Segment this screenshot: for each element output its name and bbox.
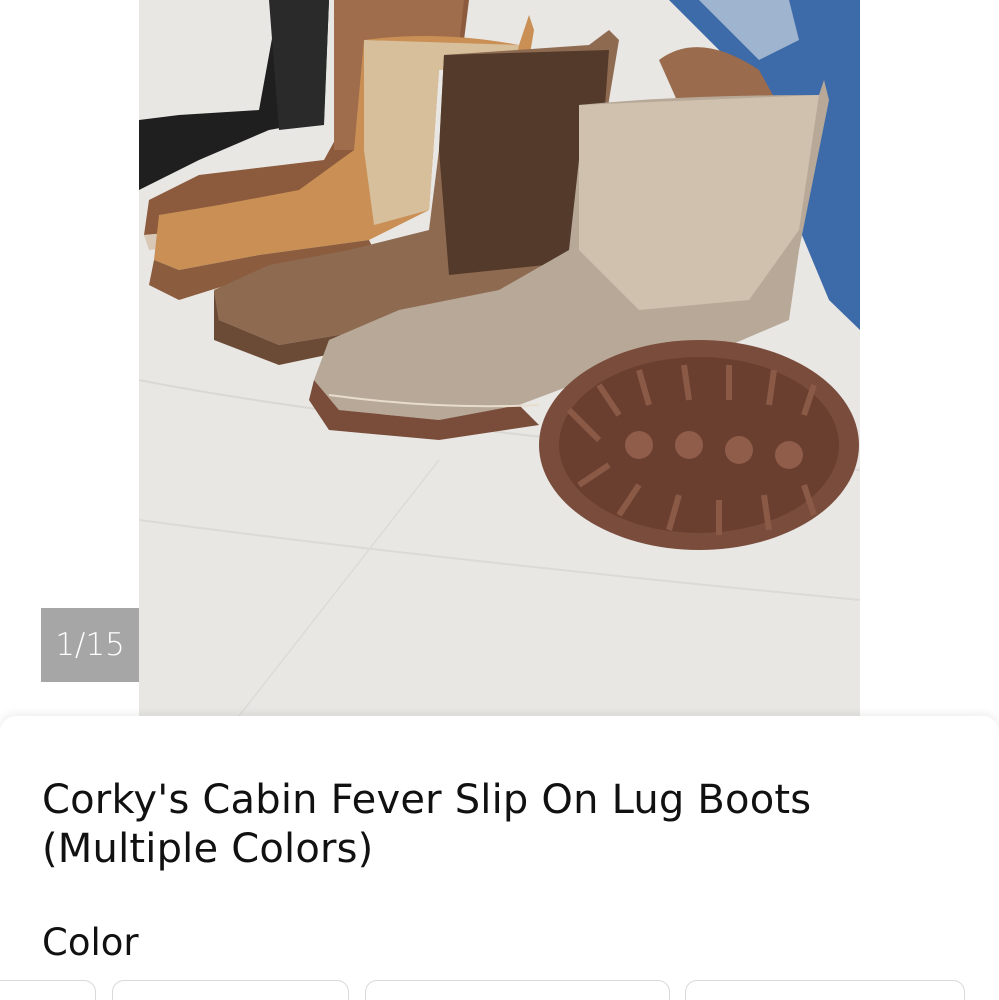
color-swatch-row bbox=[0, 980, 999, 1000]
product-title: Corky's Cabin Fever Slip On Lug Boots (M… bbox=[42, 777, 812, 872]
color-swatch[interactable] bbox=[365, 980, 670, 1000]
product-image-gallery[interactable]: 1/15 bbox=[0, 0, 999, 716]
image-counter-badge: 1/15 bbox=[41, 608, 139, 682]
color-section-label: Color bbox=[42, 921, 139, 964]
color-swatch[interactable] bbox=[112, 980, 349, 1000]
product-photo[interactable] bbox=[139, 0, 860, 716]
color-swatch[interactable] bbox=[685, 980, 965, 1000]
image-counter-text: 1/15 bbox=[55, 627, 125, 663]
color-swatch[interactable] bbox=[0, 980, 96, 1000]
product-details-sheet: Corky's Cabin Fever Slip On Lug Boots (M… bbox=[0, 716, 999, 1000]
